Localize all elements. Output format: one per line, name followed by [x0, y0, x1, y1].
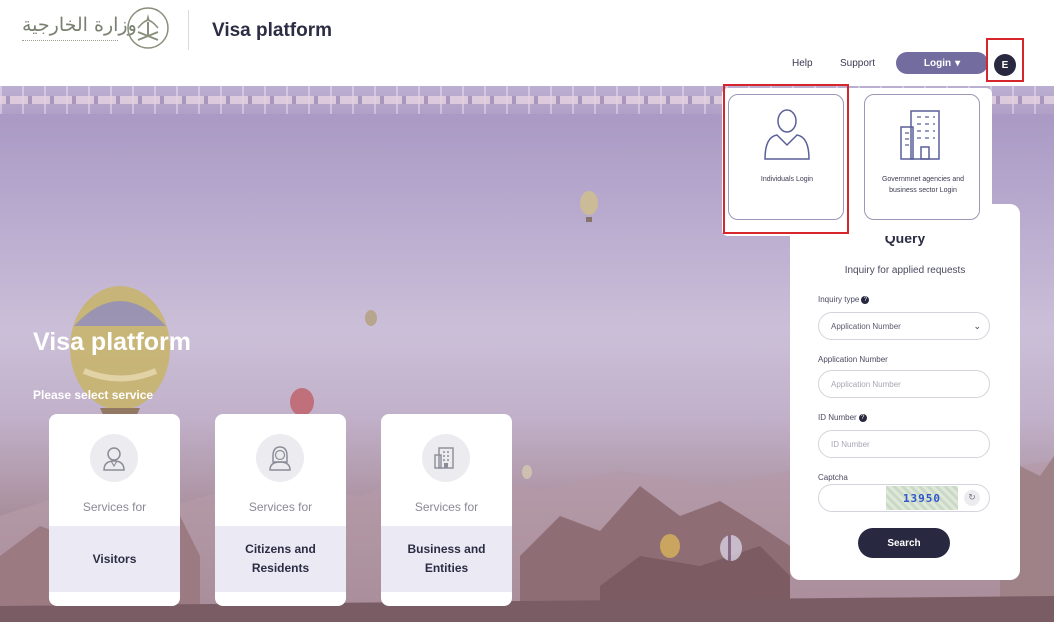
hot-air-balloon-striped	[720, 535, 742, 561]
header: وزارة الخارجية Visa platform Help Suppor…	[0, 0, 1054, 86]
hot-air-balloon-red	[290, 388, 314, 416]
hot-air-balloon-small-1	[580, 191, 598, 222]
language-toggle-button[interactable]: E	[994, 54, 1016, 76]
inquiry-type-value: Application Number	[831, 321, 901, 331]
service-for-label: Services for	[82, 500, 147, 514]
inquiry-type-label-text: Inquiry type	[818, 295, 860, 304]
help-icon[interactable]: ?	[861, 295, 870, 304]
id-number-input[interactable]: ID Number	[818, 430, 990, 458]
logo-subline	[22, 40, 118, 43]
service-for-label: Services for	[248, 500, 313, 514]
help-icon[interactable]: ?	[858, 413, 867, 422]
service-name: Citizens and Residents	[215, 526, 346, 592]
ministry-logo[interactable]: وزارة الخارجية	[22, 6, 182, 50]
application-number-label: Application Number	[818, 355, 888, 364]
login-label: Login	[923, 57, 952, 69]
government-login-option[interactable]: Governmnet agencies and business sector …	[864, 94, 980, 220]
service-name: Business and Entities	[381, 526, 512, 592]
refresh-icon[interactable]: ↻	[964, 490, 980, 506]
chevron-down-icon: ▾	[955, 57, 961, 69]
service-for-label: Services for	[414, 500, 479, 514]
service-card-visitors[interactable]: Services for Visitors	[49, 414, 180, 606]
inquiry-type-label: Inquiry type?	[818, 295, 870, 304]
service-name: Visitors	[49, 526, 180, 592]
id-number-label: ID Number?	[818, 413, 867, 422]
building-icon	[900, 110, 940, 160]
header-divider	[188, 10, 189, 50]
application-number-input[interactable]: Application Number	[818, 370, 990, 398]
hero-subtitle: Please select service	[33, 388, 154, 402]
page-title: Visa platform	[212, 20, 333, 41]
help-link[interactable]: Help	[792, 58, 813, 69]
service-card-citizens[interactable]: Services for Citizens and Residents	[215, 414, 346, 606]
support-link[interactable]: Support	[840, 58, 875, 69]
emblem-icon	[127, 7, 169, 49]
hot-air-balloon-small-2	[365, 310, 377, 326]
query-panel: Query Inquiry for applied requests Inqui…	[790, 204, 1020, 580]
inquiry-type-select[interactable]: Application Number ⌄	[818, 312, 990, 340]
login-button[interactable]: Login ▾	[896, 52, 988, 74]
service-card-business[interactable]: Services for Business and Entities	[381, 414, 512, 606]
building-icon	[422, 434, 470, 482]
captcha-row: 13950 ↻	[818, 484, 990, 512]
individuals-login-highlight-box	[723, 84, 849, 234]
hot-air-balloon-small-3	[522, 465, 532, 479]
chevron-down-icon: ⌄	[973, 321, 981, 331]
hot-air-balloon-yellow	[660, 534, 680, 558]
captcha-label: Captcha	[818, 473, 848, 482]
person-icon	[90, 434, 138, 482]
citizen-icon	[256, 434, 304, 482]
query-subtitle: Inquiry for applied requests	[844, 265, 966, 276]
captcha-image: 13950	[886, 486, 958, 510]
search-button[interactable]: Search	[858, 528, 950, 558]
government-login-label: Governmnet agencies and business sector …	[881, 176, 965, 194]
id-number-label-text: ID Number	[818, 413, 857, 422]
logo-arabic-text: وزارة الخارجية	[22, 14, 137, 36]
hero-title: Visa platform	[33, 328, 191, 356]
